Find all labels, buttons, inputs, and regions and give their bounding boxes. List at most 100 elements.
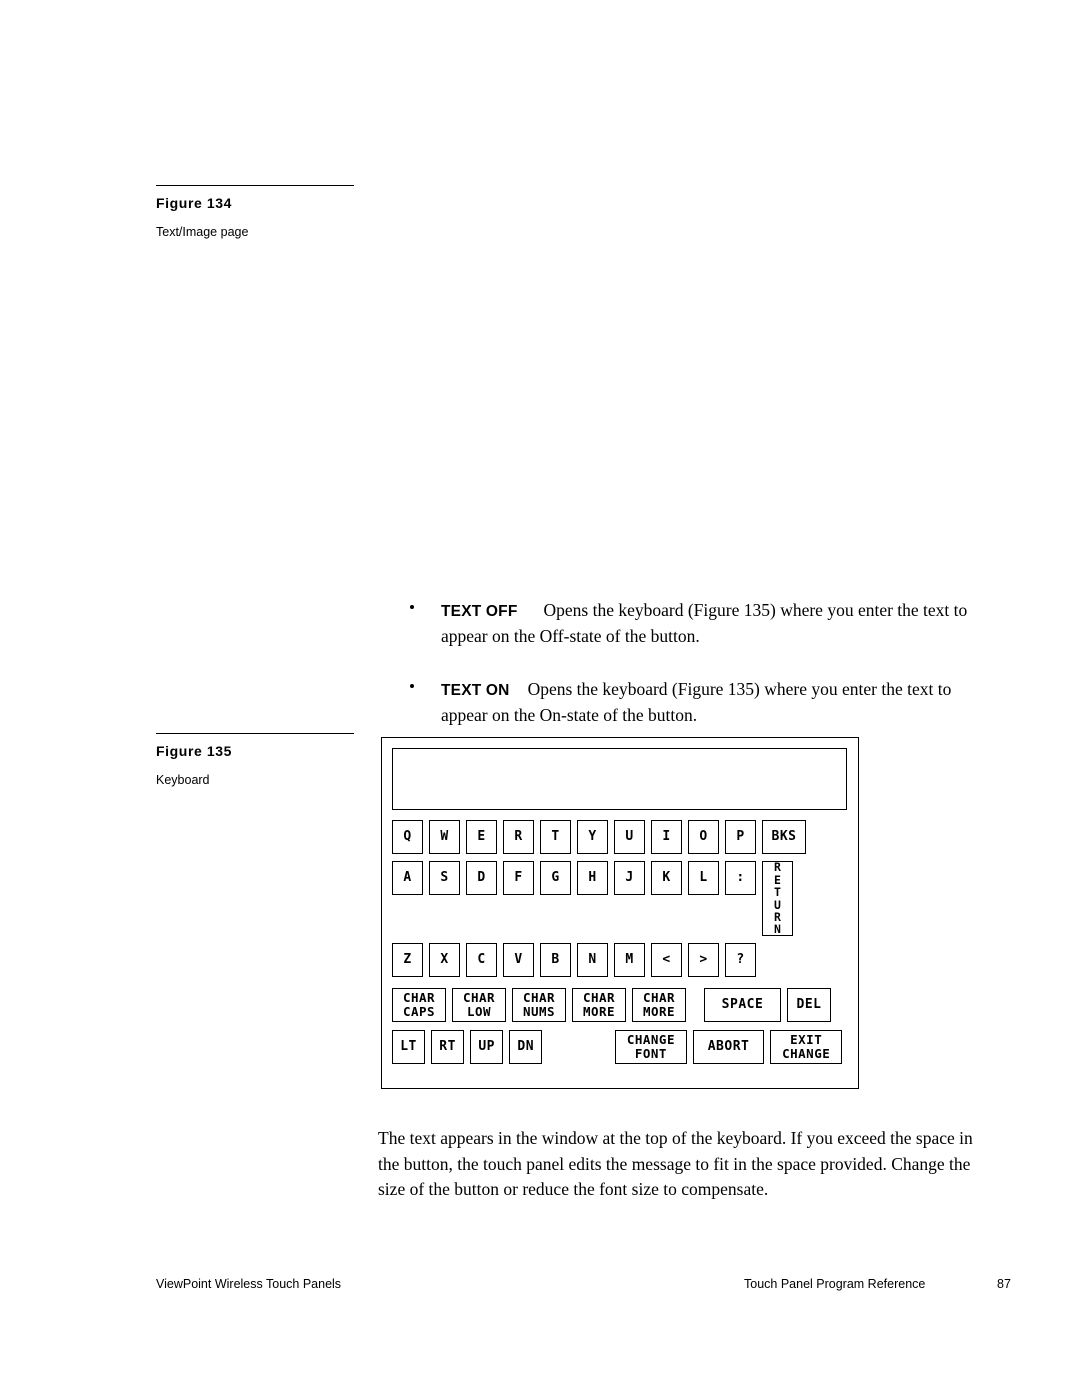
key-left[interactable]: LT — [392, 1030, 426, 1064]
key-char-low-line1: CHAR — [462, 990, 496, 1005]
key-return-letter: R — [774, 860, 781, 875]
key-right[interactable]: RT — [431, 1030, 465, 1064]
key-a[interactable]: A — [392, 861, 423, 895]
key-char-low-line2: LOW — [466, 1004, 492, 1019]
row4-spacer — [692, 988, 704, 1022]
keyboard-row-2: A S D F G H J K L : R E T U R N — [392, 861, 848, 936]
key-e[interactable]: E — [466, 820, 497, 854]
figure-134-title: Figure 134 — [156, 195, 233, 211]
paragraph-line-1: The text appears in the window at the to… — [378, 1128, 973, 1148]
bullet-item-text-on: TEXT ON Opens the keyboard (Figure 135) w… — [405, 677, 1005, 728]
bullet-item-text-off: TEXT OFF Opens the keyboard (Figure 135) … — [405, 598, 1005, 649]
keyboard-row-3: Z X C V B N M < > ? — [392, 943, 848, 977]
figure-135-caption: Keyboard — [156, 773, 210, 787]
key-exit-change-line2: CHANGE — [782, 1046, 831, 1061]
footer-left-text: ViewPoint Wireless Touch Panels — [156, 1277, 342, 1291]
keyboard-rows: Q W E R T Y U I O P BKS A S D F G H J K … — [392, 820, 848, 1071]
keyboard-text-display[interactable] — [392, 748, 847, 810]
figure-135-title: Figure 135 — [156, 743, 233, 759]
key-u[interactable]: U — [614, 820, 645, 854]
key-char-low[interactable]: CHAR LOW — [452, 988, 506, 1022]
key-char-more-2-line2: MORE — [642, 1004, 676, 1019]
footer-right-text: Touch Panel Program Reference — [744, 1277, 926, 1291]
figure-135-caption-block: Figure 135 Keyboard — [156, 733, 356, 787]
key-o[interactable]: O — [688, 820, 719, 854]
key-return-letter: T — [774, 885, 781, 900]
key-n[interactable]: N — [577, 943, 608, 977]
bullet-line1-text-on: Opens the keyboard (Figure 135) where yo… — [527, 679, 952, 699]
key-m[interactable]: M — [614, 943, 645, 977]
bullet-dot-icon — [410, 605, 414, 609]
key-char-caps[interactable]: CHAR CAPS — [392, 988, 446, 1022]
keyboard-row-5: LT RT UP DN CHANGE FONT ABORT EXIT CHANG… — [392, 1030, 848, 1064]
key-change-font[interactable]: CHANGE FONT — [615, 1030, 687, 1064]
key-d[interactable]: D — [466, 861, 497, 895]
key-b[interactable]: B — [540, 943, 571, 977]
key-i[interactable]: I — [651, 820, 682, 854]
key-char-more-2-line1: CHAR — [642, 990, 676, 1005]
bullet-text-on: TEXT ON Opens the keyboard (Figure 135) w… — [441, 677, 1005, 728]
key-backspace[interactable]: BKS — [762, 820, 806, 854]
key-del[interactable]: DEL — [787, 988, 831, 1022]
key-f[interactable]: F — [503, 861, 534, 895]
key-c[interactable]: C — [466, 943, 497, 977]
key-colon[interactable]: : — [725, 861, 756, 895]
key-v[interactable]: V — [503, 943, 534, 977]
keyboard-row-4: CHAR CAPS CHAR LOW CHAR NUMS CHAR MORE C… — [392, 988, 848, 1022]
key-k[interactable]: K — [651, 861, 682, 895]
key-char-more-2[interactable]: CHAR MORE — [632, 988, 686, 1022]
bullet-text-off: TEXT OFF Opens the keyboard (Figure 135) … — [441, 598, 1005, 649]
key-s[interactable]: S — [429, 861, 460, 895]
keyboard-figure: Q W E R T Y U I O P BKS A S D F G H J K … — [381, 737, 859, 1089]
figure-134-caption: Text/Image page — [156, 225, 249, 239]
key-down[interactable]: DN — [509, 1030, 543, 1064]
footer-page-number: 87 — [997, 1277, 1011, 1291]
key-exit-change[interactable]: EXIT CHANGE — [770, 1030, 842, 1064]
key-z[interactable]: Z — [392, 943, 423, 977]
key-t[interactable]: T — [540, 820, 571, 854]
key-x[interactable]: X — [429, 943, 460, 977]
key-char-caps-line2: CAPS — [402, 1004, 436, 1019]
key-up[interactable]: UP — [470, 1030, 504, 1064]
key-char-caps-line1: CHAR — [402, 990, 436, 1005]
paragraph-line-2: the button, the touch panel edits the me… — [378, 1153, 971, 1174]
key-j[interactable]: J — [614, 861, 645, 895]
bullet-line2-text-on: appear on the On-state of the button. — [441, 705, 698, 725]
bullet-line1-text-off: Opens the keyboard (Figure 135) where yo… — [543, 600, 968, 620]
key-p[interactable]: P — [725, 820, 756, 854]
key-exit-change-line1: EXIT — [790, 1032, 823, 1047]
figure-134-caption-block: Figure 134 Text/Image page — [156, 185, 356, 239]
figure-134-rule — [156, 185, 354, 186]
key-char-nums[interactable]: CHAR NUMS — [512, 988, 566, 1022]
key-r[interactable]: R — [503, 820, 534, 854]
bullet-list: TEXT OFF Opens the keyboard (Figure 135) … — [405, 598, 1005, 740]
key-char-more-1-line1: CHAR — [582, 990, 616, 1005]
bullet-dot-icon — [410, 684, 414, 688]
bullet-line2-text-off: appear on the Off-state of the button. — [441, 626, 700, 646]
key-q[interactable]: Q — [392, 820, 423, 854]
key-question[interactable]: ? — [725, 943, 756, 977]
key-greater-than[interactable]: > — [688, 943, 719, 977]
key-w[interactable]: W — [429, 820, 460, 854]
keyboard-row-1: Q W E R T Y U I O P BKS — [392, 820, 848, 854]
key-y[interactable]: Y — [577, 820, 608, 854]
document-page: Figure 134 Text/Image page TEXT OFF Opens… — [0, 0, 1080, 1397]
key-abort[interactable]: ABORT — [692, 1030, 765, 1064]
key-char-nums-line2: NUMS — [522, 1004, 556, 1019]
key-change-font-line2: FONT — [634, 1046, 667, 1061]
key-char-more-1[interactable]: CHAR MORE — [572, 988, 626, 1022]
body-paragraph: The text appears in the window at the to… — [378, 1126, 1018, 1203]
key-g[interactable]: G — [540, 861, 571, 895]
key-char-more-1-line2: MORE — [582, 1004, 616, 1019]
bullet-label-text-off: TEXT OFF — [441, 603, 518, 620]
key-h[interactable]: H — [577, 861, 608, 895]
key-return[interactable]: R E T U R N — [762, 861, 793, 936]
bullet-label-text-on: TEXT ON — [441, 682, 510, 699]
row5-spacer — [548, 1030, 615, 1064]
key-change-font-line1: CHANGE — [626, 1032, 675, 1047]
key-char-nums-line1: CHAR — [522, 990, 556, 1005]
key-space[interactable]: SPACE — [704, 988, 781, 1022]
figure-135-rule — [156, 733, 354, 734]
key-less-than[interactable]: < — [651, 943, 682, 977]
key-l[interactable]: L — [688, 861, 719, 895]
